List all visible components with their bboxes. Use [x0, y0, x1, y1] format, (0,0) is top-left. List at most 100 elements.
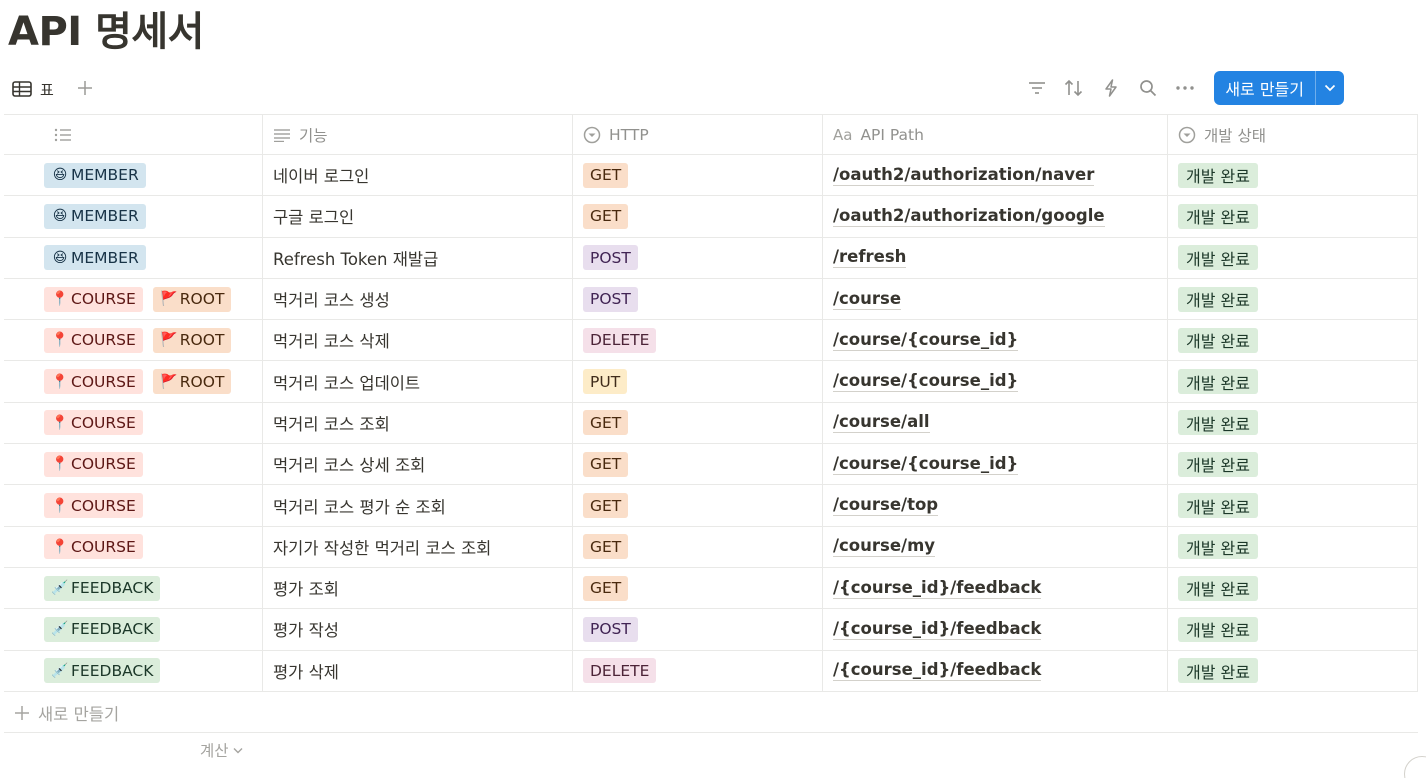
status-cell[interactable]: 개발 완료 [1168, 609, 1418, 650]
api-path-link[interactable]: /course/all [833, 412, 930, 434]
table-row[interactable]: 😆 MEMBER Refresh Token 재발급 POST/refresh 개발 완… [4, 237, 1418, 279]
api-path-link[interactable]: /refresh [833, 247, 907, 269]
api-path-cell[interactable]: /course/{course_id} [823, 320, 1168, 361]
table-row[interactable]: 💉 FEEDBACK 평가 삭제 DELETE /{course_id}/feedbac… [4, 650, 1418, 692]
api-path-cell[interactable]: /oauth2/authorization/google [823, 196, 1168, 237]
new-button[interactable]: 새로 만들기 [1214, 71, 1344, 105]
api-path-cell[interactable]: /course/top [823, 485, 1168, 526]
tags-cell[interactable]: 😆 MEMBER [4, 196, 263, 237]
http-cell[interactable]: DELETE [573, 320, 823, 361]
feature-cell[interactable]: 구글 로그인 [263, 196, 573, 237]
tags-cell[interactable]: 📍 COURSE [4, 402, 263, 444]
search-icon[interactable] [1135, 75, 1161, 101]
tags-cell[interactable]: 📍 COURSE 🚩 ROOT [4, 278, 263, 320]
api-path-cell[interactable]: /course [823, 278, 1168, 320]
table-row[interactable]: 📍 COURSE 먹거리 코스 상세 조회 GET/course/{course_id… [4, 444, 1418, 486]
http-cell[interactable]: GET [573, 444, 823, 485]
api-path-link[interactable]: /course/{course_id} [833, 371, 1019, 393]
status-cell[interactable]: 개발 완료 [1168, 237, 1418, 278]
tags-cell[interactable]: 💉 FEEDBACK [4, 567, 263, 609]
tab-table-view[interactable]: 표 [12, 76, 54, 102]
feature-cell[interactable]: 먹거리 코스 조회 [263, 402, 573, 444]
tags-cell[interactable]: 📍 COURSE 🚩 ROOT [4, 320, 263, 361]
status-cell[interactable]: 개발 완료 [1168, 650, 1418, 691]
feature-cell[interactable]: 평가 조회 [263, 567, 573, 609]
api-path-cell[interactable]: /course/{course_id} [823, 361, 1168, 402]
tags-cell[interactable]: 📍 COURSE [4, 485, 263, 526]
api-path-cell[interactable]: /{course_id}/feedback [823, 609, 1168, 650]
status-cell[interactable]: 개발 완료 [1168, 444, 1418, 485]
help-button[interactable] [1404, 756, 1426, 778]
api-path-cell[interactable]: /oauth2/authorization/naver [823, 155, 1168, 196]
table-row[interactable]: 💉 FEEDBACK 평가 조회 GET /{course_id}/feedback 개발… [4, 567, 1418, 610]
api-path-cell[interactable]: /refresh [823, 237, 1168, 278]
table-row[interactable]: 😆 MEMBER 네이버 로그인 GET/oauth2/authorization/n… [4, 155, 1418, 197]
http-cell[interactable]: GET [573, 485, 823, 526]
calculate-button[interactable]: 계산 [200, 739, 243, 761]
feature-cell[interactable]: Refresh Token 재발급 [263, 237, 573, 278]
table-row[interactable]: 📍 COURSE 먹거리 코스 평가 순 조회 GET/course/top 개발 완료 [4, 485, 1418, 527]
api-path-link[interactable]: /{course_id}/feedback [833, 578, 1042, 599]
feature-cell[interactable]: 먹거리 코스 생성 [263, 278, 573, 320]
api-path-link[interactable]: /course/top [833, 495, 939, 517]
table-row[interactable]: 💉 FEEDBACK 평가 작성 POST /{course_id}/feedback 개… [4, 609, 1418, 651]
api-path-cell[interactable]: /course/all [823, 402, 1168, 444]
http-cell[interactable]: POST [573, 237, 823, 278]
api-path-link[interactable]: /{course_id}/feedback [833, 619, 1042, 640]
status-cell[interactable]: 개발 완료 [1168, 361, 1418, 402]
api-path-cell[interactable]: /course/{course_id} [823, 444, 1168, 485]
status-cell[interactable]: 개발 완료 [1168, 485, 1418, 526]
tags-cell[interactable]: 💉 FEEDBACK [4, 609, 263, 650]
column-header-tags[interactable] [4, 115, 263, 154]
feature-cell[interactable]: 먹거리 코스 평가 순 조회 [263, 485, 573, 526]
column-header-status[interactable]: 개발 상태 [1168, 115, 1418, 154]
status-cell[interactable]: 개발 완료 [1168, 320, 1418, 361]
tags-cell[interactable]: 💉 FEEDBACK [4, 650, 263, 691]
tags-cell[interactable]: 📍 COURSE 🚩 ROOT [4, 361, 263, 402]
add-row-button[interactable]: 새로 만들기 [4, 694, 1418, 733]
api-path-link[interactable]: /course/my [833, 536, 936, 558]
more-icon[interactable] [1172, 75, 1198, 101]
api-path-cell[interactable]: /{course_id}/feedback [823, 567, 1168, 609]
status-cell[interactable]: 개발 완료 [1168, 402, 1418, 444]
tags-cell[interactable]: 😆 MEMBER [4, 155, 263, 196]
api-path-link[interactable]: /oauth2/authorization/naver [833, 165, 1095, 186]
feature-cell[interactable]: 평가 삭제 [263, 650, 573, 691]
table-row[interactable]: 📍 COURSE 먹거리 코스 조회 GET/course/all 개발 완료 [4, 402, 1418, 445]
http-cell[interactable]: GET [573, 155, 823, 196]
feature-cell[interactable]: 먹거리 코스 상세 조회 [263, 444, 573, 485]
http-cell[interactable]: GET [573, 402, 823, 444]
table-row[interactable]: 📍 COURSE 자기가 작성한 먹거리 코스 조회 GET/course/my 개발 … [4, 526, 1418, 568]
api-path-link[interactable]: /course [833, 289, 902, 310]
table-row[interactable]: 📍 COURSE 🚩 ROOT 먹거리 코스 삭제 DELETE/course/{cour… [4, 320, 1418, 362]
lightning-icon[interactable] [1098, 75, 1124, 101]
chevron-down-icon[interactable] [1316, 71, 1344, 105]
new-button-label[interactable]: 새로 만들기 [1214, 71, 1316, 105]
api-path-link[interactable]: /course/{course_id} [833, 330, 1019, 351]
feature-cell[interactable]: 자기가 작성한 먹거리 코스 조회 [263, 526, 573, 567]
column-header-http[interactable]: HTTP [573, 115, 823, 154]
http-cell[interactable]: GET [573, 196, 823, 237]
status-cell[interactable]: 개발 완료 [1168, 196, 1418, 237]
column-header-feature[interactable]: 기능 [263, 115, 573, 154]
status-cell[interactable]: 개발 완료 [1168, 526, 1418, 567]
tags-cell[interactable]: 😆 MEMBER [4, 237, 263, 278]
tags-cell[interactable]: 📍 COURSE [4, 526, 263, 567]
feature-cell[interactable]: 평가 작성 [263, 609, 573, 650]
api-path-link[interactable]: /oauth2/authorization/google [833, 206, 1105, 227]
http-cell[interactable]: GET [573, 567, 823, 609]
tags-cell[interactable]: 📍 COURSE [4, 444, 263, 485]
http-cell[interactable]: DELETE [573, 650, 823, 691]
api-path-cell[interactable]: /{course_id}/feedback [823, 650, 1168, 691]
filter-icon[interactable] [1024, 75, 1050, 101]
api-path-link[interactable]: /{course_id}/feedback [833, 660, 1042, 682]
status-cell[interactable]: 개발 완료 [1168, 155, 1418, 196]
api-path-link[interactable]: /course/{course_id} [833, 454, 1019, 475]
status-cell[interactable]: 개발 완료 [1168, 278, 1418, 320]
add-view-icon[interactable] [74, 77, 96, 99]
table-row[interactable]: 😆 MEMBER 구글 로그인 GET/oauth2/authorization/go… [4, 196, 1418, 238]
status-cell[interactable]: 개발 완료 [1168, 567, 1418, 609]
http-cell[interactable]: PUT [573, 361, 823, 402]
table-row[interactable]: 📍 COURSE 🚩 ROOT 먹거리 코스 생성 POST/course 개발 완료 [4, 278, 1418, 321]
feature-cell[interactable]: 먹거리 코스 업데이트 [263, 361, 573, 402]
